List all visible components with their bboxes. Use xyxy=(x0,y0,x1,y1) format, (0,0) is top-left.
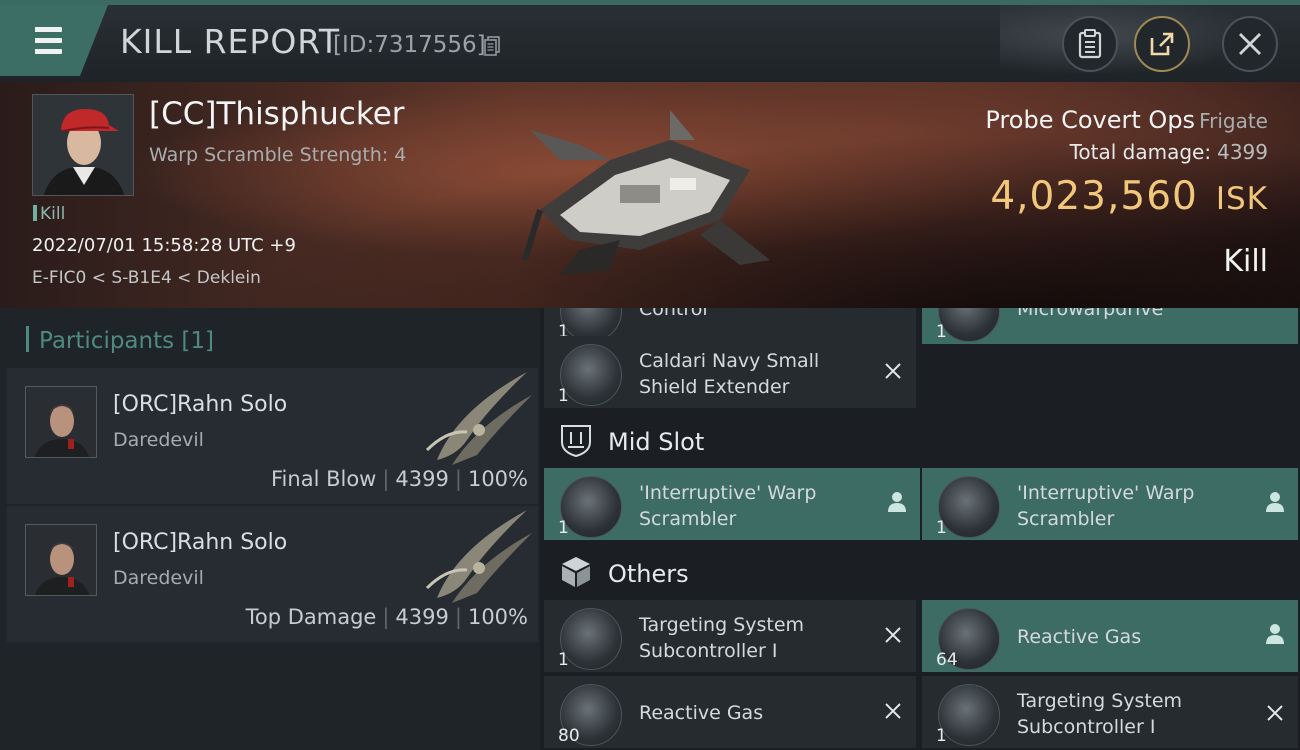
others-cube-icon xyxy=(562,557,590,587)
module-item[interactable]: 1 'Interruptive' Warp Scrambler xyxy=(922,468,1298,540)
isk-value: 4,023,560 ISK xyxy=(990,174,1268,219)
clipboard-button[interactable] xyxy=(1062,16,1118,72)
pilot-icon xyxy=(888,492,906,512)
header-bar: KILL REPORT [ID:7317556] xyxy=(0,0,1300,82)
close-button[interactable] xyxy=(1222,16,1278,72)
fitting-panel: 1 Control 1 Microwarpdrive 1 Caldari Nav… xyxy=(540,308,1300,750)
ship-type-name: Probe Covert Ops xyxy=(985,106,1196,134)
mid-slot-icon xyxy=(561,425,591,458)
participant-ship-image xyxy=(425,510,532,603)
module-name: Reactive Gas xyxy=(1017,626,1142,648)
module-item[interactable]: 1 'Interruptive' Warp Scrambler xyxy=(544,468,920,540)
module-item[interactable]: 80 Reactive Gas xyxy=(544,676,916,748)
participant-damage: 4399 xyxy=(395,605,449,629)
module-item[interactable]: 1 Targeting System Subcontroller I xyxy=(544,600,916,672)
module-name: 'Interruptive' Warp Scrambler xyxy=(1017,482,1195,530)
module-name: Targeting System Subcontroller I xyxy=(639,614,805,662)
report-id: [ID:7317556] xyxy=(333,32,486,58)
module-quantity: 64 xyxy=(936,650,958,670)
module-item[interactable]: 1 Microwarpdrive xyxy=(922,308,1298,344)
module-name: Targeting System Subcontroller I xyxy=(1017,690,1183,738)
close-icon xyxy=(1239,33,1261,55)
module-quantity: 1 xyxy=(936,726,947,746)
warp-scramble-strength: Warp Scramble Strength: 4 xyxy=(149,144,407,166)
copy-icon[interactable] xyxy=(484,36,501,56)
participant-damage: 4399 xyxy=(395,467,449,491)
pilot-icon xyxy=(1266,492,1284,512)
participants-label: Participants [1] xyxy=(39,328,214,354)
share-icon xyxy=(1150,32,1174,56)
total-damage-label: Total damage: xyxy=(1069,140,1212,164)
victim-name[interactable]: [CC]Thisphucker xyxy=(149,96,405,132)
module-icon xyxy=(560,476,622,538)
participant-card[interactable]: [ORC]Rahn Solo Daredevil Top Damage | 4399… xyxy=(7,506,538,642)
remove-x-icon[interactable] xyxy=(882,700,904,722)
module-icon xyxy=(560,608,622,670)
module-name: Reactive Gas xyxy=(639,702,764,724)
menu-button[interactable] xyxy=(0,5,108,76)
participant-role: Top Damage xyxy=(245,605,377,629)
participant-avatar xyxy=(25,386,97,458)
module-quantity: 1 xyxy=(558,386,569,406)
module-name: Microwarpdrive xyxy=(1017,308,1164,320)
participant-stats: Final Blow | 4399 | 100% xyxy=(271,467,528,491)
module-quantity: 1 xyxy=(558,650,569,670)
module-item[interactable]: 1 Targeting System Subcontroller I xyxy=(922,676,1298,748)
result-label: Kill xyxy=(1223,244,1268,279)
participant-avatar xyxy=(25,524,97,596)
isk-unit: ISK xyxy=(1215,181,1268,217)
others-label: Others xyxy=(608,560,689,588)
module-quantity: 1 xyxy=(936,518,947,538)
clipboard-icon xyxy=(1078,29,1102,59)
participant-ship-image xyxy=(425,372,532,465)
module-quantity: 1 xyxy=(558,518,569,538)
victim-ship-image xyxy=(522,110,770,275)
participant-name: [ORC]Rahn Solo xyxy=(113,530,288,555)
remove-x-icon[interactable] xyxy=(882,624,904,646)
participant-percent: 100% xyxy=(467,605,528,629)
kill-datetime: 2022/07/01 15:58:28 UTC +9 xyxy=(32,235,296,256)
remove-x-icon[interactable] xyxy=(882,360,904,382)
victim-banner: [CC]Thisphucker Warp Scramble Strength: … xyxy=(0,82,1300,308)
victim-avatar[interactable] xyxy=(32,94,134,196)
module-icon xyxy=(560,344,622,406)
kill-tag-label: Kill xyxy=(40,204,66,224)
module-icon xyxy=(938,308,1000,342)
kill-tag: Kill xyxy=(33,204,65,224)
portrait-image xyxy=(33,95,133,195)
share-button[interactable] xyxy=(1134,16,1190,72)
participant-percent: 100% xyxy=(467,467,528,491)
kill-location[interactable]: E-FIC0 < S-B1E4 < Deklein xyxy=(32,268,261,288)
module-icon xyxy=(938,476,1000,538)
module-item[interactable]: 64 Reactive Gas xyxy=(922,600,1298,672)
module-name: 'Interruptive' Warp Scrambler xyxy=(639,482,817,530)
participants-header: Participants [1] xyxy=(26,326,214,354)
module-name: Control xyxy=(639,308,708,320)
module-name: Caldari Navy Small Shield Extender xyxy=(639,350,820,398)
menu-icon xyxy=(26,27,62,55)
total-damage-value: 4399 xyxy=(1217,140,1268,164)
participant-role: Final Blow xyxy=(271,467,377,491)
participant-ship: Daredevil xyxy=(113,429,204,451)
page-title: KILL REPORT xyxy=(120,22,340,61)
total-damage: Total damage: 4399 xyxy=(1070,140,1268,164)
module-item[interactable]: 1 Caldari Navy Small Shield Extender xyxy=(544,336,916,408)
mid-slot-label: Mid Slot xyxy=(608,428,705,456)
participant-name: [ORC]Rahn Solo xyxy=(113,392,288,417)
participant-ship: Daredevil xyxy=(113,567,204,589)
mid-slot-header: Mid Slot xyxy=(558,422,704,458)
participant-stats: Top Damage | 4399 | 100% xyxy=(245,605,528,629)
victim-ship-name[interactable]: Probe Covert Ops Frigate xyxy=(985,106,1268,134)
others-header: Others xyxy=(558,554,689,590)
participant-card[interactable]: [ORC]Rahn Solo Daredevil Final Blow | 4399… xyxy=(7,368,538,504)
ship-class: Frigate xyxy=(1199,109,1268,133)
module-icon xyxy=(938,684,1000,746)
module-quantity: 1 xyxy=(936,322,947,342)
participants-panel: Participants [1] [ORC]Rahn Solo Daredevi… xyxy=(0,308,540,750)
module-quantity: 80 xyxy=(558,726,580,746)
remove-x-icon[interactable] xyxy=(1264,702,1286,724)
pilot-icon xyxy=(1266,624,1284,644)
isk-amount: 4,023,560 xyxy=(990,174,1198,219)
